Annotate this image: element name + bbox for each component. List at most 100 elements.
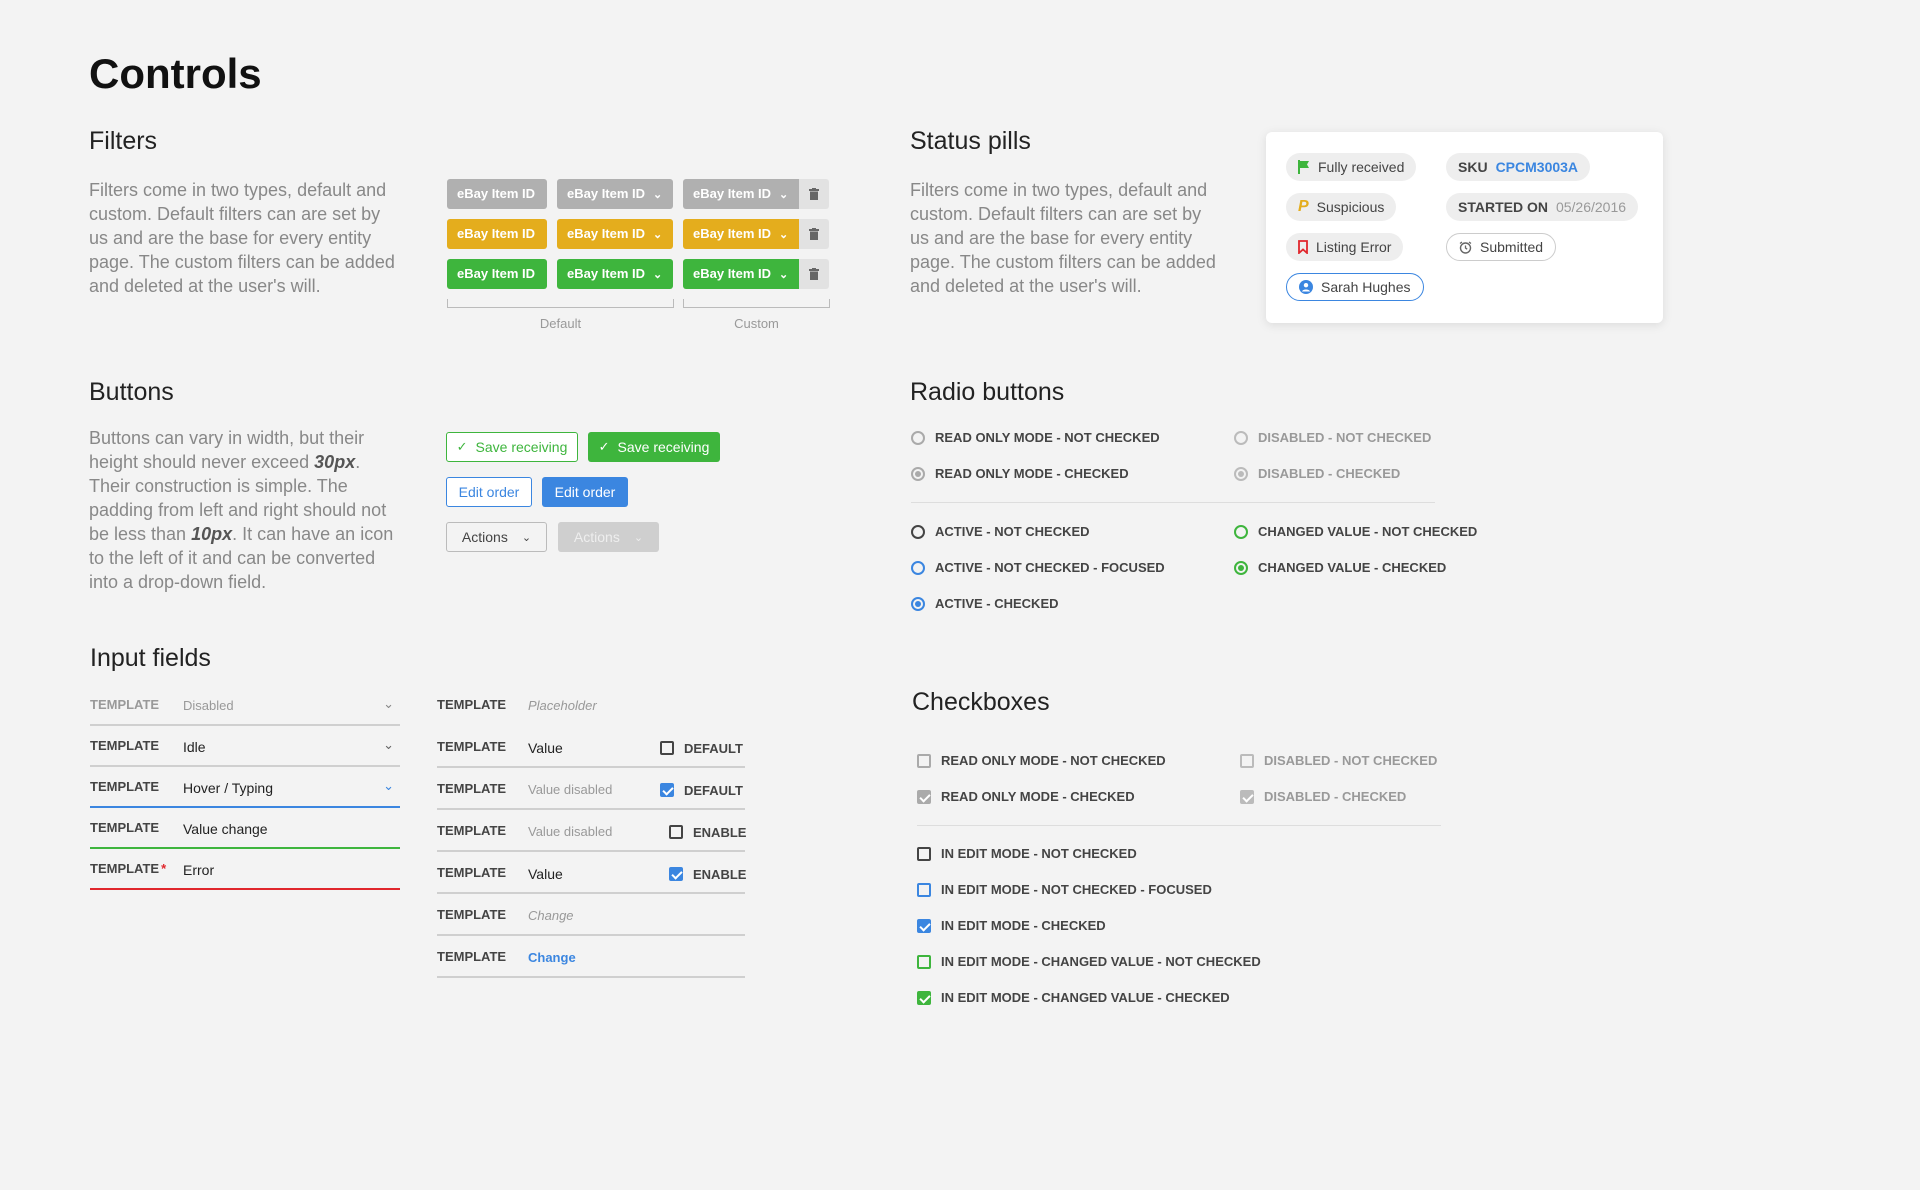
checkbox-label: DEFAULT [684, 741, 743, 756]
enable-checkbox[interactable] [669, 867, 683, 881]
input-value-change[interactable]: TEMPLATE Value change [90, 809, 400, 849]
option-label: ACTIVE - CHECKED [935, 596, 1059, 611]
field-label: TEMPLATE * [90, 861, 166, 876]
input-value-enable[interactable]: TEMPLATE Value ENABLE [437, 854, 746, 894]
trash-icon[interactable] [799, 219, 829, 249]
checkbox-square[interactable] [917, 882, 931, 897]
input-placeholder[interactable]: TEMPLATE Placeholder [437, 686, 745, 726]
field-value: Error [183, 862, 215, 878]
pill-key: SKU [1458, 159, 1488, 175]
checkbox-edit-changed-checked[interactable]: IN EDIT MODE - CHANGED VALUE - CHECKED [917, 990, 1230, 1005]
checkbox-square[interactable] [917, 846, 931, 861]
pill-user[interactable]: Sarah Hughes [1286, 273, 1424, 301]
pill-fully-received: Fully received [1286, 153, 1417, 181]
field-label: TEMPLATE [90, 779, 160, 794]
input-value-default[interactable]: TEMPLATE Value DEFAULT [437, 728, 745, 768]
checkbox-square[interactable] [917, 918, 931, 933]
status-pills-heading: Status pills [910, 127, 1031, 155]
trash-icon[interactable] [799, 179, 829, 209]
actions-dropdown-button[interactable]: Actions ⌄ [446, 522, 547, 552]
chevron-down-icon: ⌄ [779, 189, 789, 201]
trash-icon[interactable] [799, 259, 829, 289]
radio-circle[interactable] [1234, 524, 1248, 539]
field-placeholder: Placeholder [528, 698, 597, 713]
radio-divider [911, 502, 1435, 503]
field-label: TEMPLATE [437, 781, 507, 796]
option-label: CHANGED VALUE - NOT CHECKED [1258, 524, 1478, 539]
default-checkbox[interactable] [660, 783, 674, 797]
checkbox-label: DEFAULT [684, 783, 743, 798]
default-checkbox[interactable] [660, 741, 674, 755]
checkbox-edit-checked[interactable]: IN EDIT MODE - CHECKED [917, 918, 1106, 933]
pill-label: Listing Error [1316, 239, 1392, 255]
filter-chip-default[interactable]: eBay Item ID [447, 219, 547, 249]
pill-listing-error: Listing Error [1286, 233, 1404, 261]
radio-circle[interactable] [911, 560, 925, 575]
save-receiving-outline-button[interactable]: ✓ Save receiving [446, 432, 578, 462]
field-label: TEMPLATE [90, 820, 160, 835]
input-value-disabled-enable: TEMPLATE Value disabled ENABLE [437, 812, 746, 852]
option-label: READ ONLY MODE - CHECKED [935, 466, 1129, 481]
checkbox-square [1240, 753, 1254, 768]
field-label: TEMPLATE [437, 739, 507, 754]
sku-link[interactable]: CPCM3003A [1496, 159, 1578, 175]
change-link[interactable]: Change [528, 950, 576, 965]
input-hover-typing[interactable]: TEMPLATE Hover / Typing ⌄ [90, 768, 400, 808]
field-label: TEMPLATE [437, 865, 507, 880]
pill-submitted: Submitted [1446, 233, 1557, 261]
pill-label: Fully received [1318, 159, 1405, 175]
filter-chip-dropdown[interactable]: eBay Item ID ⌄ [557, 259, 673, 289]
input-error[interactable]: TEMPLATE * Error [90, 850, 400, 890]
radio-changed-checked[interactable]: CHANGED VALUE - CHECKED [1234, 560, 1446, 575]
input-change-placeholder[interactable]: TEMPLATE Change [437, 896, 745, 936]
edit-order-outline-button[interactable]: Edit order [446, 477, 532, 507]
chip-label: eBay Item ID [693, 186, 772, 201]
chevron-down-icon: ⌄ [779, 229, 789, 241]
actions-dropdown-disabled-button: Actions ⌄ [558, 522, 659, 552]
checkbox-square [917, 789, 931, 804]
pill-label: Sarah Hughes [1321, 279, 1411, 295]
check-icon: ✓ [598, 439, 610, 454]
button-label: Edit order [458, 484, 520, 500]
filter-chip-custom[interactable]: eBay Item ID ⌄ [683, 259, 799, 289]
filters-description: Filters come in two types, default and c… [89, 180, 395, 296]
required-asterisk: * [161, 861, 167, 876]
checkbox-edit-not-checked[interactable]: IN EDIT MODE - NOT CHECKED [917, 846, 1137, 861]
filter-chip-dropdown[interactable]: eBay Item ID ⌄ [557, 219, 673, 249]
checkbox-edit-changed-not-checked[interactable]: IN EDIT MODE - CHANGED VALUE - NOT CHECK… [917, 954, 1261, 969]
radio-circle[interactable] [911, 524, 925, 539]
radio-circle[interactable] [1234, 560, 1248, 575]
enable-checkbox[interactable] [669, 825, 683, 839]
save-receiving-button[interactable]: ✓ Save receiving [588, 432, 720, 462]
field-value: Value change [183, 821, 268, 837]
option-label: CHANGED VALUE - CHECKED [1258, 560, 1447, 575]
input-disabled: TEMPLATE Disabled ⌄ [90, 686, 400, 726]
field-value: Value disabled [528, 782, 613, 797]
option-label: DISABLED - CHECKED [1258, 466, 1401, 481]
checkbox-edit-not-checked-focused[interactable]: IN EDIT MODE - NOT CHECKED - FOCUSED [917, 882, 1212, 897]
radio-circle[interactable] [911, 596, 925, 611]
filter-chip-custom[interactable]: eBay Item ID ⌄ [683, 179, 799, 209]
field-label: TEMPLATE [90, 697, 160, 712]
field-label-text: TEMPLATE [90, 861, 160, 876]
radio-active-checked[interactable]: ACTIVE - CHECKED [911, 596, 1059, 611]
field-value: Value [528, 740, 563, 756]
filter-chip-default[interactable]: eBay Item ID [447, 259, 547, 289]
radio-changed-not-checked[interactable]: CHANGED VALUE - NOT CHECKED [1234, 524, 1477, 539]
checkbox-square[interactable] [917, 990, 931, 1005]
button-label: Save receiving [475, 439, 568, 455]
radio-circle [911, 466, 925, 481]
field-label: TEMPLATE [90, 738, 160, 753]
radio-circle [1234, 430, 1248, 445]
checkbox-square[interactable] [917, 954, 931, 969]
input-idle[interactable]: TEMPLATE Idle ⌄ [90, 727, 400, 767]
radio-active-not-checked[interactable]: ACTIVE - NOT CHECKED [911, 524, 1090, 539]
chevron-down-icon: ⌄ [521, 531, 532, 544]
edit-order-button[interactable]: Edit order [542, 477, 628, 507]
filter-chip-dropdown[interactable]: eBay Item ID ⌄ [557, 179, 673, 209]
filter-chip-custom[interactable]: eBay Item ID ⌄ [683, 219, 799, 249]
input-change-link[interactable]: TEMPLATE Change [437, 938, 745, 978]
filter-chip-default[interactable]: eBay Item ID [447, 179, 547, 209]
radio-active-not-checked-focused[interactable]: ACTIVE - NOT CHECKED - FOCUSED [911, 560, 1165, 575]
flag-icon [1298, 160, 1310, 174]
